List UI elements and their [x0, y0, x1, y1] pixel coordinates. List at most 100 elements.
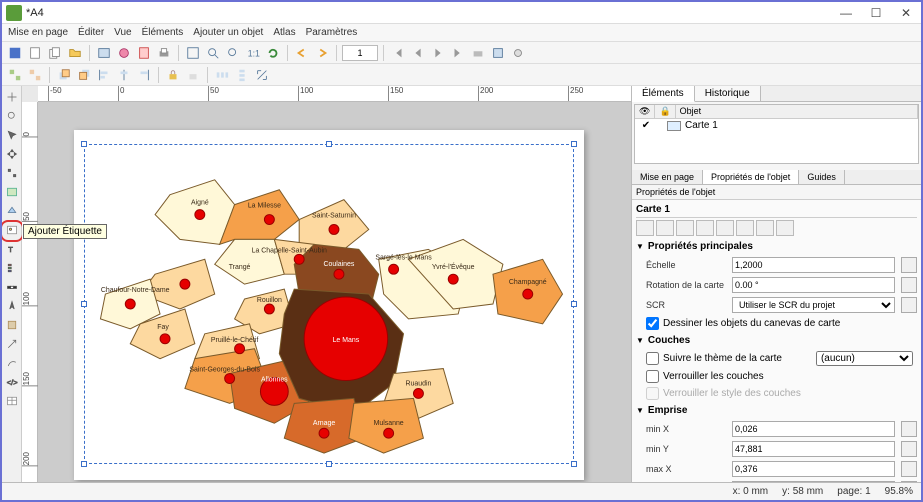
- data-defined-icon[interactable]: [901, 421, 917, 437]
- menu-layout[interactable]: Mise en page: [8, 27, 68, 38]
- add-html-icon[interactable]: </>: [3, 373, 21, 391]
- data-defined-icon[interactable]: [901, 277, 917, 293]
- redo-icon[interactable]: [313, 44, 331, 62]
- menu-add-object[interactable]: Ajouter un objet: [193, 27, 263, 38]
- miny-input[interactable]: [732, 441, 895, 457]
- add-3dmap-icon[interactable]: [3, 202, 21, 220]
- atlas-next-icon[interactable]: [429, 44, 447, 62]
- add-legend-icon[interactable]: [3, 259, 21, 277]
- resize-handle[interactable]: [81, 461, 87, 467]
- canvas[interactable]: Aigné La Milesse Saint-Saturnin La Chape…: [38, 102, 631, 482]
- zoom-in-icon[interactable]: [204, 44, 222, 62]
- add-northarrow-icon[interactable]: [3, 297, 21, 315]
- clip-icon[interactable]: [776, 220, 794, 236]
- follow-theme-checkbox[interactable]: [646, 352, 659, 365]
- align-right-icon[interactable]: [135, 66, 153, 84]
- zoom-tool-icon[interactable]: [3, 107, 21, 125]
- tab-layout-props[interactable]: Mise en page: [632, 170, 703, 184]
- update-preview-icon[interactable]: [636, 220, 654, 236]
- save-icon[interactable]: [6, 44, 24, 62]
- menu-settings[interactable]: Paramètres: [306, 27, 358, 38]
- lock-layers-checkbox[interactable]: [646, 370, 659, 383]
- resize-handle[interactable]: [571, 141, 577, 147]
- move-content-icon[interactable]: [3, 145, 21, 163]
- menu-view[interactable]: Vue: [114, 27, 131, 38]
- resize-handle[interactable]: [326, 141, 332, 147]
- select-tool-icon[interactable]: [3, 126, 21, 144]
- tab-elements[interactable]: Éléments: [632, 86, 695, 102]
- menu-edit[interactable]: Éditer: [78, 27, 104, 38]
- resize-handle[interactable]: [571, 461, 577, 467]
- add-arrow-icon[interactable]: [3, 335, 21, 353]
- add-scalebar-icon[interactable]: [3, 278, 21, 296]
- add-shape-icon[interactable]: [3, 316, 21, 334]
- edit-nodes-icon[interactable]: [3, 164, 21, 182]
- list-item[interactable]: ✔ Carte 1: [635, 119, 918, 132]
- tab-guides[interactable]: Guides: [799, 170, 845, 184]
- menu-atlas[interactable]: Atlas: [273, 27, 295, 38]
- print-icon[interactable]: [155, 44, 173, 62]
- resize-handle[interactable]: [81, 301, 87, 307]
- unlock-icon[interactable]: [184, 66, 202, 84]
- distribute-v-icon[interactable]: [233, 66, 251, 84]
- zoom-actual-icon[interactable]: 1:1: [244, 44, 262, 62]
- add-map-icon[interactable]: [3, 183, 21, 201]
- raise-icon[interactable]: [55, 66, 73, 84]
- section-layers[interactable]: ▼Couches: [636, 332, 917, 349]
- tab-item-props[interactable]: Propriétés de l'objet: [703, 170, 799, 184]
- crs-button-icon[interactable]: [901, 297, 917, 313]
- lock-icon[interactable]: [164, 66, 182, 84]
- zoom-out-icon[interactable]: [224, 44, 242, 62]
- pan-tool-icon[interactable]: [3, 88, 21, 106]
- tab-history[interactable]: Historique: [695, 86, 761, 101]
- undo-icon[interactable]: [293, 44, 311, 62]
- view-extent-icon[interactable]: [676, 220, 694, 236]
- resize-handle[interactable]: [326, 461, 332, 467]
- group-icon[interactable]: [6, 66, 24, 84]
- resize-icon[interactable]: [253, 66, 271, 84]
- theme-select[interactable]: (aucun): [816, 351, 913, 366]
- distribute-h-icon[interactable]: [213, 66, 231, 84]
- new-layout-icon[interactable]: [26, 44, 44, 62]
- atlas-first-icon[interactable]: [389, 44, 407, 62]
- align-left-icon[interactable]: [95, 66, 113, 84]
- add-table-icon[interactable]: [3, 392, 21, 410]
- data-defined-icon[interactable]: [901, 257, 917, 273]
- export-image-icon[interactable]: [95, 44, 113, 62]
- section-main[interactable]: ▼Propriétés principales: [636, 238, 917, 255]
- map-item[interactable]: Aigné La Milesse Saint-Saturnin La Chape…: [84, 144, 574, 464]
- atlas-prev-icon[interactable]: [409, 44, 427, 62]
- lower-icon[interactable]: [75, 66, 93, 84]
- crs-select[interactable]: Utiliser le SCR du projet: [732, 297, 895, 313]
- add-label-icon[interactable]: T: [3, 240, 21, 258]
- maximize-button[interactable]: ☐: [861, 3, 891, 23]
- set-extent-icon[interactable]: [656, 220, 674, 236]
- menu-items[interactable]: Éléments: [142, 27, 184, 38]
- set-scale-icon[interactable]: [696, 220, 714, 236]
- export-pdf-icon[interactable]: [135, 44, 153, 62]
- atlas-last-icon[interactable]: [449, 44, 467, 62]
- duplicate-icon[interactable]: [46, 44, 64, 62]
- atlas-export-icon[interactable]: [489, 44, 507, 62]
- zoom-full-icon[interactable]: [184, 44, 202, 62]
- align-center-icon[interactable]: [115, 66, 133, 84]
- labeling-icon[interactable]: [756, 220, 774, 236]
- add-nodeitem-icon[interactable]: [3, 354, 21, 372]
- bookmarks-icon[interactable]: [716, 220, 734, 236]
- folder-icon[interactable]: [66, 44, 84, 62]
- close-button[interactable]: ✕: [891, 3, 921, 23]
- resize-handle[interactable]: [571, 301, 577, 307]
- minx-input[interactable]: [732, 421, 895, 437]
- resize-handle[interactable]: [81, 141, 87, 147]
- refresh-icon[interactable]: [264, 44, 282, 62]
- minimize-button[interactable]: —: [831, 3, 861, 23]
- maxx-input[interactable]: [732, 461, 895, 477]
- rotation-input[interactable]: [732, 277, 895, 293]
- section-extent[interactable]: ▼Emprise: [636, 402, 917, 419]
- ungroup-icon[interactable]: [26, 66, 44, 84]
- draw-canvas-checkbox[interactable]: [646, 317, 659, 330]
- interactive-edit-icon[interactable]: [736, 220, 754, 236]
- data-defined-icon[interactable]: [901, 441, 917, 457]
- data-defined-icon[interactable]: [901, 461, 917, 477]
- copies-spin[interactable]: [342, 45, 378, 61]
